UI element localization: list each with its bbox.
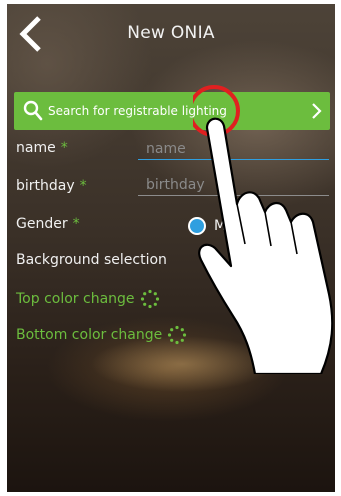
required-mark: * (60, 140, 68, 156)
name-label: name * (16, 140, 68, 156)
top-color-change-button[interactable]: Top color change (16, 289, 160, 309)
search-icon (23, 100, 43, 121)
hand-icon (198, 117, 334, 374)
top-color-label: Top color change (16, 291, 135, 307)
required-mark: * (79, 178, 87, 194)
loading-dots-icon (140, 289, 159, 309)
gender-label: Gender * (16, 216, 80, 232)
loading-dots-icon (168, 325, 187, 345)
name-label-text: name (16, 140, 56, 156)
bottom-color-label: Bottom color change (16, 327, 163, 343)
app-screen: New ONIA Search for registrable lighting… (7, 4, 335, 492)
required-mark: * (72, 216, 80, 232)
top-bar: New ONIA (7, 4, 335, 62)
birthday-label-text: birthday (16, 178, 75, 194)
birthday-label: birthday * (16, 178, 87, 194)
page-title: New ONIA (127, 23, 215, 43)
background-selection-heading: Background selection (16, 252, 167, 268)
tapping-hand-illustration (193, 85, 334, 374)
bottom-color-change-button[interactable]: Bottom color change (16, 325, 187, 345)
gender-label-text: Gender (16, 216, 68, 232)
